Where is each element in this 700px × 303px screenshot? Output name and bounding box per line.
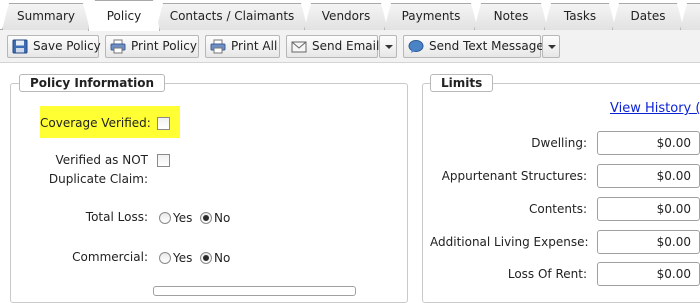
commercial-label: Commercial:: [72, 250, 148, 264]
save-policy-button[interactable]: Save Policy: [7, 35, 101, 58]
send-email-dropdown[interactable]: [379, 35, 397, 58]
toolbar: Save Policy Print Policy Print All Send …: [0, 30, 700, 63]
send-email-label: Send Email: [312, 39, 380, 53]
dwelling-input[interactable]: $0.00: [597, 131, 700, 155]
total-loss-no-label: No: [214, 211, 231, 225]
total-loss-no-radio[interactable]: [200, 212, 212, 224]
appurtenant-structures-input[interactable]: $0.00: [597, 164, 700, 188]
tab-overflow[interactable]: [680, 3, 700, 30]
limit-label: Appurtenant Structures:: [441, 169, 587, 183]
print-all-label: Print All: [231, 39, 278, 53]
tab-dates[interactable]: Dates: [612, 3, 684, 30]
tab-label: Tasks: [563, 9, 597, 23]
print-policy-button[interactable]: Print Policy: [105, 35, 199, 58]
print-all-button[interactable]: Print All: [205, 35, 280, 58]
tab-label: Dates: [630, 9, 666, 23]
tab-tasks[interactable]: Tasks: [544, 3, 616, 30]
coverage-verified-checkbox[interactable]: [157, 117, 170, 130]
tab-policy[interactable]: Policy: [88, 0, 160, 31]
tab-vendors[interactable]: Vendors: [304, 3, 388, 30]
verified-not-duplicate-label-line2: Duplicate Claim:: [48, 172, 148, 186]
cut-off-input[interactable]: [153, 286, 356, 296]
print-policy-label: Print Policy: [131, 39, 197, 53]
send-email-button[interactable]: Send Email: [286, 35, 380, 58]
limits-title: Limits: [430, 74, 494, 92]
save-icon: [12, 39, 28, 54]
save-policy-label: Save Policy: [33, 39, 101, 53]
tab-summary[interactable]: Summary: [2, 3, 90, 30]
commercial-yes-radio[interactable]: [159, 252, 171, 264]
commercial-yes-label: Yes: [173, 251, 193, 265]
tab-notes[interactable]: Notes: [474, 3, 548, 30]
tab-label: Payments: [401, 9, 461, 23]
tab-label: Notes: [493, 9, 529, 23]
tab-bar: Summary Policy Contacts / Claimants Vend…: [0, 0, 700, 30]
tab-label: Summary: [17, 9, 75, 23]
printer-icon: [110, 39, 126, 54]
commercial-no-radio[interactable]: [200, 252, 212, 264]
tab-contacts-claimants[interactable]: Contacts / Claimants: [156, 3, 308, 30]
tab-label: Policy: [106, 9, 142, 23]
view-history-link[interactable]: View History (0): [610, 101, 700, 116]
send-text-message-label: Send Text Message: [429, 39, 544, 53]
total-loss-yes-label: Yes: [173, 211, 193, 225]
additional-living-expense-input[interactable]: $0.00: [597, 230, 700, 254]
limit-label: Dwelling:: [531, 136, 587, 150]
loss-of-rent-input[interactable]: $0.00: [597, 262, 700, 286]
coverage-verified-label: Coverage Verified:: [40, 116, 151, 130]
tab-label: Contacts / Claimants: [169, 9, 295, 23]
policy-information-title: Policy Information: [19, 74, 166, 92]
contents-input[interactable]: $0.00: [597, 197, 700, 221]
limit-label: Additional Living Expense:: [430, 235, 589, 249]
limit-label: Loss Of Rent:: [507, 267, 587, 281]
send-text-message-dropdown[interactable]: [542, 35, 560, 58]
tab-payments[interactable]: Payments: [384, 3, 478, 30]
limit-label: Contents:: [528, 202, 587, 216]
total-loss-yes-radio[interactable]: [159, 212, 171, 224]
email-icon: [291, 41, 307, 53]
printer-icon: [210, 39, 226, 54]
commercial-no-label: No: [214, 251, 231, 265]
send-text-message-button[interactable]: Send Text Message: [403, 35, 544, 58]
tab-label: Vendors: [321, 9, 371, 23]
total-loss-label: Total Loss:: [85, 210, 148, 224]
verified-not-duplicate-label-line1: Verified as NOT: [55, 153, 148, 167]
text-message-icon: [408, 40, 424, 53]
verified-not-duplicate-checkbox[interactable]: [157, 154, 170, 167]
